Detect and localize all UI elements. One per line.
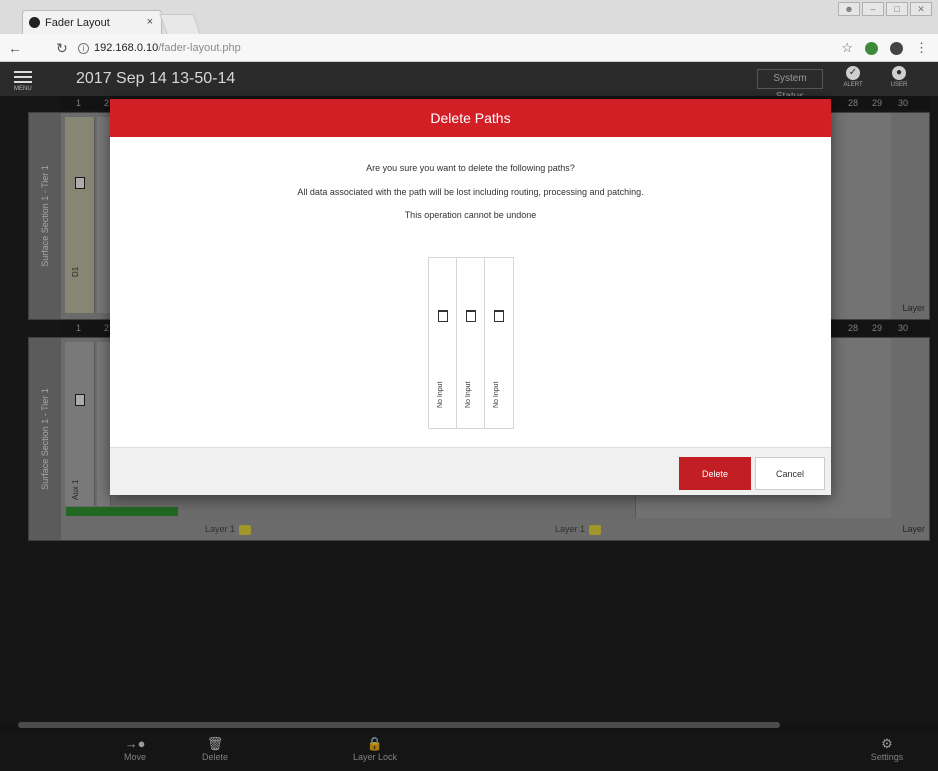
user-button[interactable]: ● USER	[886, 66, 912, 88]
alert-label: ALERT	[843, 82, 863, 88]
delete-paths-dialog: Delete Paths Are you sure you want to de…	[110, 99, 831, 495]
system-status-button[interactable]: System Status	[757, 69, 823, 102]
delete-button[interactable]: Delete	[679, 457, 751, 490]
close-window-icon[interactable]: ✕	[910, 2, 932, 16]
dialog-message-line: All data associated with the path will b…	[297, 187, 644, 197]
browser-tab[interactable]: Fader Layout ×	[22, 10, 162, 34]
tab-close-icon[interactable]: ×	[147, 16, 153, 28]
user-icon[interactable]: ☻	[838, 2, 860, 16]
page-favicon-icon	[29, 17, 40, 28]
bookmark-star-icon[interactable]: ☆	[841, 40, 853, 56]
path-strip: No Input	[485, 258, 513, 428]
input-icon	[466, 310, 476, 322]
url-path: /fader-layout.php	[158, 42, 241, 54]
browser-extensions: ☆ ⋮	[841, 40, 928, 56]
extension-circle-icon[interactable]	[890, 41, 903, 55]
input-icon	[494, 310, 504, 322]
path-strip: No Input	[457, 258, 485, 428]
user-label: USER	[890, 82, 908, 88]
path-strip: No Input	[429, 258, 457, 428]
app-header: MENU 2017 Sep 14 13-50-14 System Status …	[0, 62, 938, 102]
browser-titlebar: Fader Layout × ☻ – □ ✕	[0, 0, 938, 34]
path-name: No Input	[493, 381, 500, 408]
dialog-message-line: Are you sure you want to delete the foll…	[366, 163, 575, 173]
dialog-title: Delete Paths	[110, 99, 831, 137]
maximize-icon[interactable]: □	[886, 2, 908, 16]
dialog-warning-line: This operation cannot be undone	[404, 210, 537, 220]
address-bar[interactable]: i 192.168.0.10/fader-layout.php	[78, 38, 848, 58]
url-host: 192.168.0.10	[94, 42, 159, 54]
extension-check-icon[interactable]	[865, 41, 878, 55]
check-icon: ✓	[846, 66, 860, 80]
tab-title: Fader Layout	[45, 16, 110, 29]
menu-button[interactable]: MENU	[14, 68, 44, 94]
dialog-body: Are you sure you want to delete the foll…	[110, 137, 831, 447]
path-name: No Input	[437, 381, 444, 408]
browser-menu-icon[interactable]: ⋮	[915, 40, 928, 56]
minimize-icon[interactable]: –	[862, 2, 884, 16]
dialog-footer: Delete Cancel	[110, 447, 831, 495]
page-title: 2017 Sep 14 13-50-14	[76, 70, 236, 87]
back-arrow-icon[interactable]: ←	[8, 40, 22, 56]
paths-to-delete: No Input No Input No Input	[428, 257, 514, 429]
window-controls: ☻ – □ ✕	[838, 2, 932, 16]
reload-icon[interactable]: ↻	[56, 40, 68, 57]
path-name: No Input	[465, 381, 472, 408]
menu-label: MENU	[14, 86, 32, 92]
new-tab-button[interactable]	[159, 14, 201, 34]
cancel-button[interactable]: Cancel	[755, 457, 825, 490]
input-icon	[438, 310, 448, 322]
user-icon: ●	[892, 66, 906, 80]
site-info-icon[interactable]: i	[78, 42, 89, 54]
alert-button[interactable]: ✓ ALERT	[840, 66, 866, 88]
browser-toolbar: ← ↻ i 192.168.0.10/fader-layout.php ☆ ⋮	[0, 34, 938, 62]
